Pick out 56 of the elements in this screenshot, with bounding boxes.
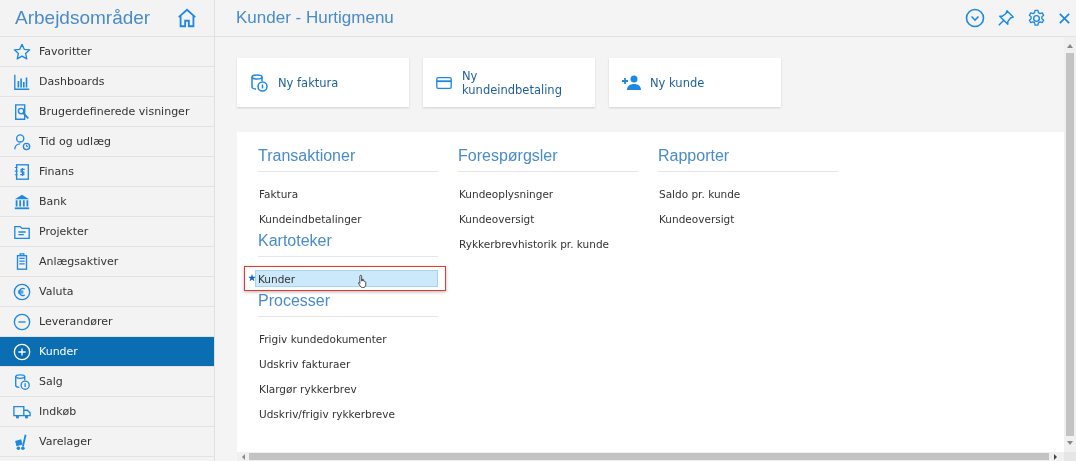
quick-action-button[interactable]: Ny kunde <box>609 58 781 107</box>
sidebar-item[interactable]: Brugerdefinerede visninger <box>0 97 214 127</box>
chevron-down-icon[interactable] <box>965 8 985 28</box>
page-title: Kunder - Hurtigmenu <box>236 8 394 28</box>
section-heading: Processer <box>258 291 332 311</box>
euro-icon <box>13 282 31 301</box>
menu-link[interactable]: Frigiv kundedokumenter <box>258 328 438 349</box>
sidebar-item[interactable]: Varelager <box>0 427 214 457</box>
sidebar-item[interactable]: Projekter <box>0 217 214 247</box>
menu-link[interactable]: Udskriv/frigiv rykkerbreve <box>258 403 438 424</box>
menu-link[interactable]: Rykkerbrevhistorik pr. kunde <box>458 233 638 254</box>
settings-icon[interactable] <box>1027 8 1046 28</box>
sidebar-item[interactable]: Tid og udlæg <box>0 127 214 157</box>
menu-link[interactable]: Kundeindbetalinger <box>258 208 438 229</box>
section-heading: Rapporter <box>658 146 731 166</box>
home-icon[interactable] <box>176 7 198 29</box>
sidebar-item[interactable]: Salg <box>0 367 214 397</box>
scrollbar-corner <box>1064 452 1076 461</box>
section-heading: Forespørgsler <box>458 146 559 166</box>
close-icon[interactable] <box>1058 11 1071 25</box>
menu-link[interactable]: Kunder <box>255 270 438 287</box>
sidebar-item[interactable]: Finans <box>0 157 214 187</box>
sidebar-item[interactable]: Favoritter <box>0 37 214 67</box>
person-clock-icon <box>13 132 31 151</box>
dollar-book-icon <box>13 162 31 181</box>
coins-icon <box>13 372 31 391</box>
menu-link[interactable]: Kundeoversigt <box>458 208 638 229</box>
quick-action-button[interactable]: Ny kundeindbetaling <box>423 58 595 107</box>
menu-link[interactable]: Faktura <box>258 183 438 204</box>
bar-chart-icon <box>13 72 31 91</box>
star-icon[interactable] <box>248 274 256 282</box>
bank-icon <box>13 192 31 211</box>
sidebar-item[interactable]: Bank <box>0 187 214 217</box>
minus-circle-icon <box>13 312 31 331</box>
menu-link[interactable]: Udskriv fakturaer <box>258 353 438 374</box>
sidebar-item[interactable]: Anlægsaktiver <box>0 247 214 277</box>
horizontal-scrollbar[interactable] <box>237 452 1064 461</box>
sidebar-item[interactable]: Dashboards <box>0 67 214 97</box>
hand-cursor-icon <box>357 273 369 288</box>
sidebar-item[interactable]: Indkøb <box>0 397 214 427</box>
section-heading: Kartoteker <box>258 231 333 251</box>
coins-icon <box>249 72 269 93</box>
quick-action-button[interactable]: Ny faktura <box>237 58 409 107</box>
star-icon <box>13 42 31 61</box>
sidebar-item[interactable]: Valuta <box>0 277 214 307</box>
menu-link[interactable]: Saldo pr. kunde <box>658 183 838 204</box>
vertical-scrollbar[interactable] <box>1064 37 1076 452</box>
sidebar-title: Arbejdsområder <box>15 7 151 29</box>
pin-icon[interactable] <box>997 9 1015 27</box>
menu-link[interactable]: Klargør rykkerbrev <box>258 378 438 399</box>
sidebar-item[interactable]: Kunder <box>0 337 214 367</box>
document-search-icon <box>13 102 31 121</box>
menu-link[interactable]: Kundeoplysninger <box>458 183 638 204</box>
menu-link[interactable]: Kundeoversigt <box>658 208 838 229</box>
section-heading: Transaktioner <box>258 146 357 166</box>
plus-circle-icon <box>13 342 31 361</box>
